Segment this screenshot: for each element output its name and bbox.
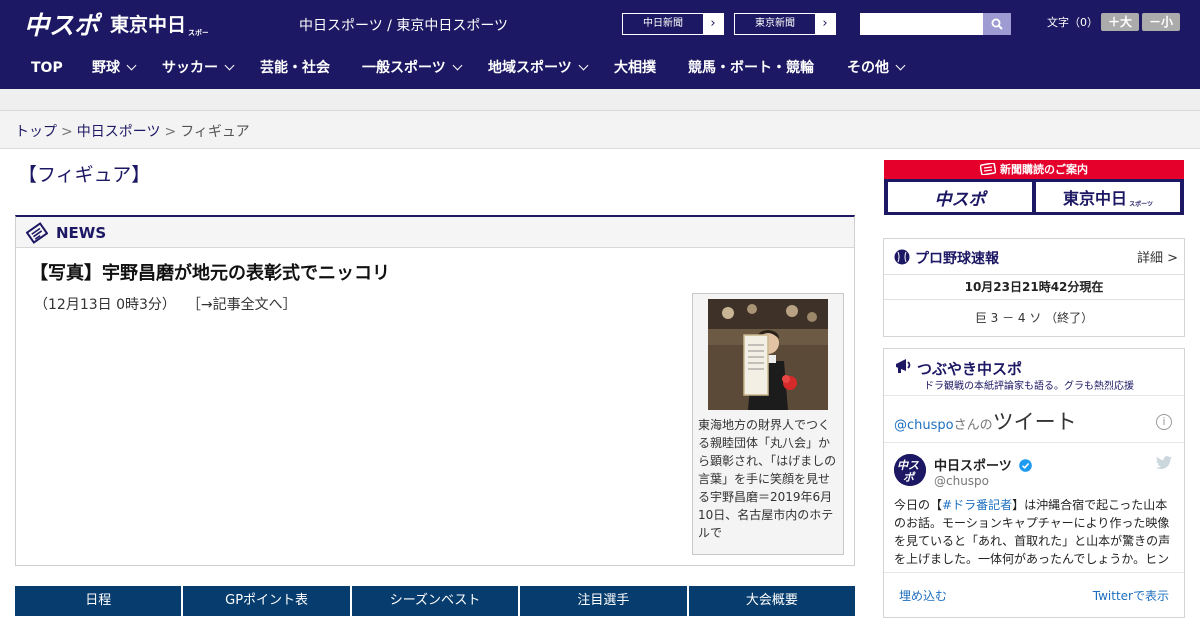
chuspo-logo[interactable]: 中スポ — [24, 9, 102, 39]
baseball-scores-title: プロ野球速報 — [915, 251, 999, 267]
timeline-heading: @chuspoさんのツイート — [894, 410, 1077, 434]
tokyo-chunichi-logo[interactable]: 東京中日 スポーツ — [110, 11, 208, 37]
view-on-twitter-link[interactable]: Twitterで表示 — [1093, 587, 1169, 604]
tab-gp-points[interactable]: GPポイント表 — [183, 586, 350, 616]
breadcrumb: トップ > 中日スポーツ > フィギュア — [0, 111, 1200, 149]
top-header: 中スポ 東京中日 スポーツ 中日スポーツ / 東京中日スポーツ 中日新聞 › 東… — [0, 0, 1200, 48]
breadcrumb-section[interactable]: 中日スポーツ — [77, 124, 161, 140]
nav-item-baseball[interactable]: 野球 — [92, 48, 137, 89]
tweets-title: つぶやき中スポ — [917, 360, 1023, 378]
avatar[interactable]: 中ス ポ — [894, 454, 926, 486]
article-photo[interactable] — [708, 299, 828, 410]
embed-link[interactable]: 埋め込む — [899, 587, 947, 604]
search-input[interactable] — [860, 13, 983, 35]
baseball-scores-header: プロ野球速報 詳細 > — [884, 239, 1184, 275]
full-article-link[interactable]: ［→記事全文へ］ — [194, 297, 297, 313]
score-timestamp: 10月23日21時42分現在 — [884, 275, 1184, 300]
article-meta: （12月13日 0時3分） ［→記事全文へ］ — [34, 294, 297, 314]
tokyo-subscribe-logo[interactable]: 東京中日 スポーツ — [1036, 182, 1180, 212]
chevron-right-icon: › — [703, 14, 723, 34]
chunichi-shimbun-link[interactable]: 中日新聞 › — [622, 13, 724, 35]
news-panel: NEWS 【写真】宇野昌磨が地元の表彰式でニッコリ （12月13日 0時3分） ［… — [15, 215, 855, 566]
svg-text:東京中日: 東京中日 — [110, 13, 186, 36]
font-smaller-button[interactable]: －小 — [1142, 13, 1180, 31]
news-header: NEWS — [16, 217, 854, 248]
figure-skating-tabs: 日程 GPポイント表 シーズンベスト 注目選手 大会概要 — [15, 586, 856, 616]
search-icon — [991, 18, 1003, 30]
newspaper-icon — [979, 162, 997, 176]
divider — [884, 442, 1184, 443]
score-line[interactable]: 巨 3 － 4 ソ （終了） — [884, 300, 1184, 336]
photo-box: 東海地方の財界人でつくる親睦団体「丸八会」から顕彰され、「はげましの言葉」を手に… — [692, 293, 844, 555]
page-title: 【フィギュア】 — [18, 164, 151, 186]
newspaper-icon — [26, 222, 48, 244]
font-size-label: 文字（0） — [1047, 16, 1098, 29]
site-name: 中日スポーツ / 東京中日スポーツ — [299, 18, 509, 34]
tweet-account-handle[interactable]: @chuspo — [934, 474, 989, 488]
font-larger-button[interactable]: ＋大 — [1101, 13, 1139, 31]
subscription-banner[interactable]: 新聞購読のご案内 中スポ 東京中日 スポーツ — [884, 160, 1184, 215]
main-nav: TOP 野球 サッカー 芸能・社会 一般スポーツ 地域スポーツ 大相撲 競馬・ボ… — [0, 48, 1200, 89]
breadcrumb-current: フィギュア — [180, 124, 250, 140]
nav-item-racing[interactable]: 競馬・ボート・競輪 — [688, 48, 814, 89]
tab-season-best[interactable]: シーズンベスト — [351, 586, 519, 616]
search-button[interactable] — [983, 13, 1011, 35]
nav-item-top[interactable]: TOP — [31, 48, 63, 89]
nav-item-sumo[interactable]: 大相撲 — [614, 48, 656, 89]
chevron-down-icon — [452, 60, 463, 71]
chevron-down-icon — [578, 60, 589, 71]
tab-event-overview[interactable]: 大会概要 — [688, 586, 856, 616]
chevron-down-icon — [126, 60, 137, 71]
timeline-handle-link[interactable]: @chuspo — [894, 418, 954, 433]
article-title[interactable]: 【写真】宇野昌磨が地元の表彰式でニッコリ — [30, 259, 390, 285]
twitter-widget: つぶやき中スポ ドラ観戦の本紙評論家も語る。グラも熱烈応援 @chuspoさんの… — [883, 348, 1185, 618]
nav-item-others[interactable]: その他 — [847, 48, 906, 89]
news-label: NEWS — [56, 224, 107, 242]
info-icon[interactable]: i — [1156, 414, 1172, 430]
tweet-account-name[interactable]: 中日スポーツ — [934, 455, 1033, 474]
nav-item-entertainment[interactable]: 芸能・社会 — [260, 48, 330, 89]
tab-featured-skaters[interactable]: 注目選手 — [520, 586, 687, 616]
chevron-down-icon — [224, 60, 235, 71]
hashtag-link[interactable]: #ドラ番記者 — [942, 498, 1012, 512]
nav-item-general-sports[interactable]: 一般スポーツ — [362, 48, 463, 89]
chevron-down-icon — [895, 60, 906, 71]
photo-caption: 東海地方の財界人でつくる親睦団体「丸八会」から顕彰され、「はげましの言葉」を手に… — [698, 418, 837, 540]
verified-badge-icon — [1019, 459, 1033, 472]
subscription-title: 新聞購読のご案内 — [884, 160, 1184, 179]
baseball-scores: プロ野球速報 詳細 > 10月23日21時42分現在 巨 3 － 4 ソ （終了… — [883, 238, 1185, 337]
tab-schedule[interactable]: 日程 — [15, 586, 182, 616]
nav-item-soccer[interactable]: サッカー — [162, 48, 235, 89]
megaphone-icon — [896, 359, 911, 373]
breadcrumb-home[interactable]: トップ — [15, 124, 57, 140]
chevron-right-icon: › — [815, 14, 835, 34]
tweet-timeline-footer: 埋め込む Twitterで表示 — [884, 572, 1184, 618]
tweet-timeline: @chuspoさんのツイート i 中ス ポ 中日スポーツ @chuspo 今日の… — [884, 395, 1184, 617]
baseball-icon — [894, 249, 910, 265]
twitter-bird-icon[interactable] — [1156, 456, 1172, 470]
nav-item-local-sports[interactable]: 地域スポーツ — [488, 48, 589, 89]
chuspo-avatar-icon: 中ス ポ — [894, 454, 926, 486]
tweet-text: 今日の【#ドラ番記者】は沖縄合宿で起こった山本のお話。モーションキャプチャーによ… — [894, 498, 1171, 566]
spacer-band — [0, 89, 1200, 111]
svg-text:中スポ: 中スポ — [24, 11, 102, 39]
svg-text:スポーツ: スポーツ — [188, 28, 208, 37]
tokyo-shimbun-link[interactable]: 東京新聞 › — [734, 13, 836, 35]
baseball-detail-link[interactable]: 詳細 > — [1137, 247, 1178, 266]
tweets-subtitle: ドラ観戦の本紙評論家も語る。グラも熱烈応援 — [924, 381, 1134, 392]
chuspo-subscribe-logo[interactable]: 中スポ — [888, 182, 1032, 212]
article-date: （12月13日 0時3分） — [34, 297, 176, 313]
